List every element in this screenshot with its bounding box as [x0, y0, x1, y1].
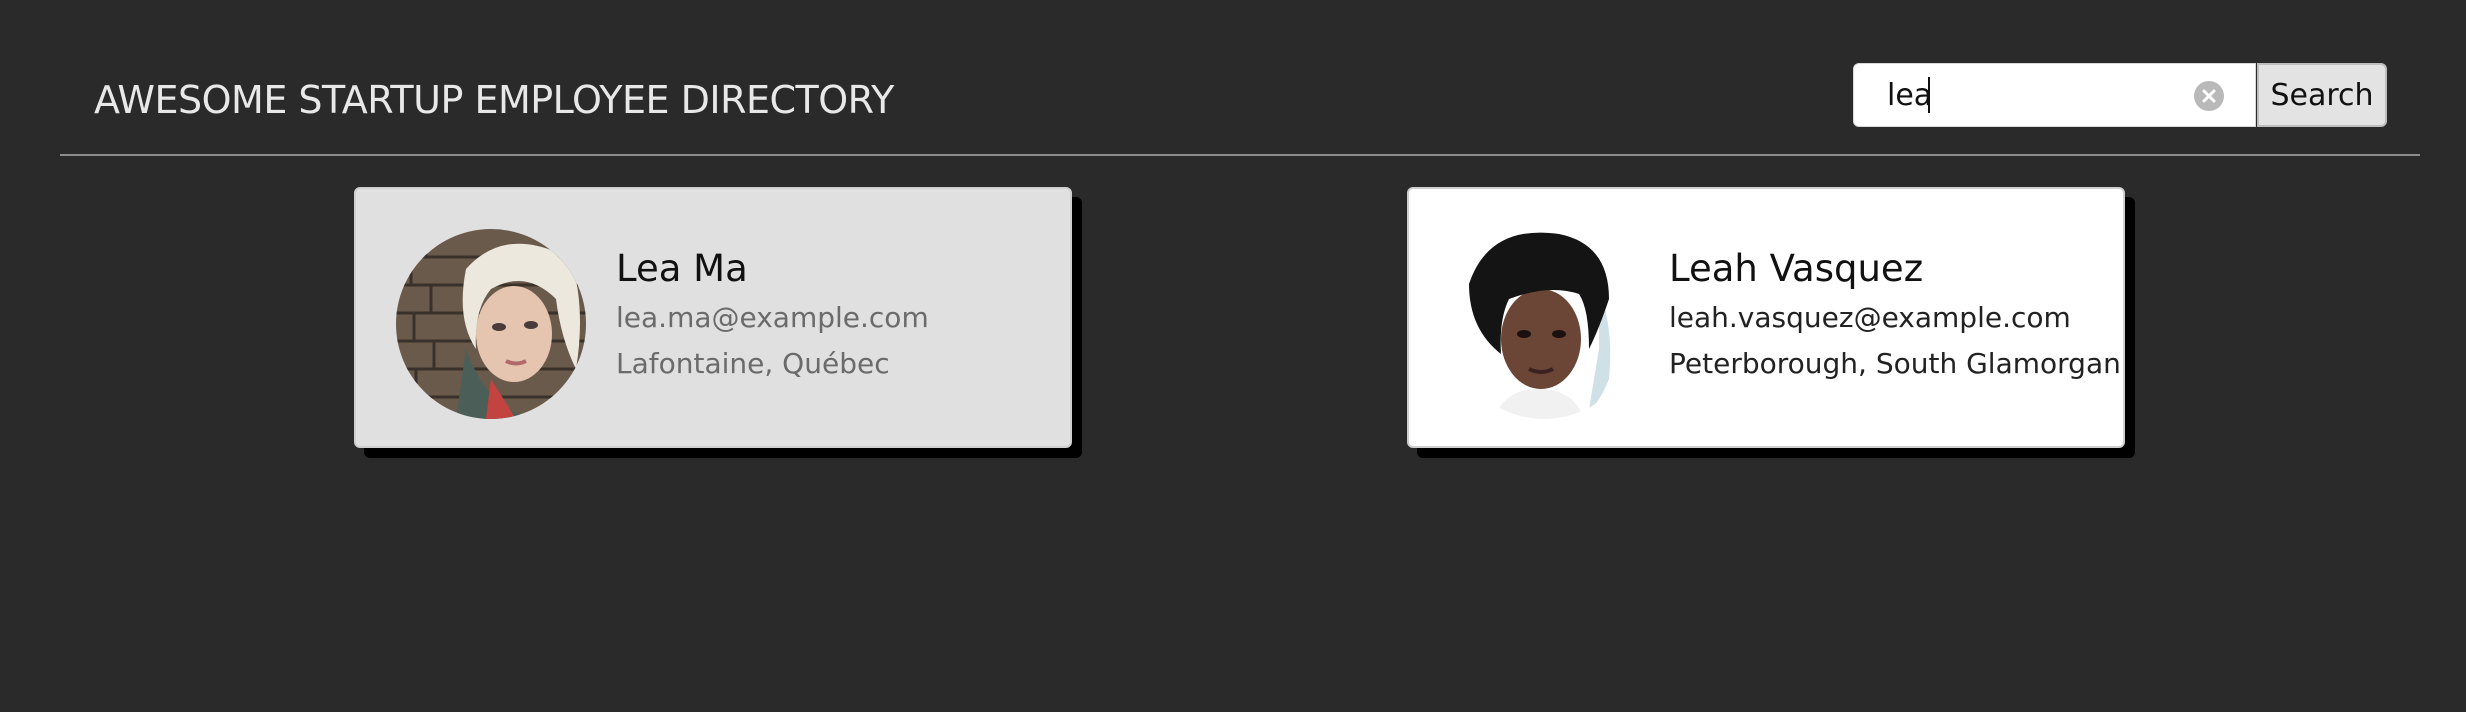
employee-card[interactable]: Leah Vasquez leah.vasquez@example.com Pe… — [1407, 187, 2125, 448]
clear-search-icon[interactable] — [2194, 81, 2224, 111]
avatar — [1449, 229, 1639, 419]
employee-name: Leah Vasquez — [1669, 247, 1924, 290]
employee-info: Lea Ma lea.ma@example.com Lafontaine, Qu… — [616, 243, 929, 387]
search-input[interactable] — [1854, 64, 2194, 126]
page-title: AWESOME STARTUP EMPLOYEE DIRECTORY — [94, 78, 894, 122]
employee-card[interactable]: Lea Ma lea.ma@example.com Lafontaine, Qu… — [354, 187, 1072, 448]
employee-email: lea.ma@example.com — [616, 301, 929, 334]
employee-location: Lafontaine, Québec — [616, 347, 890, 380]
search-form: Search — [1853, 63, 2387, 127]
header-divider — [60, 154, 2420, 156]
avatar — [396, 229, 586, 419]
employee-name: Lea Ma — [616, 247, 748, 290]
text-caret — [1928, 77, 1930, 113]
page: AWESOME STARTUP EMPLOYEE DIRECTORY Searc… — [0, 0, 2466, 712]
employee-info: Leah Vasquez leah.vasquez@example.com Pe… — [1669, 243, 2121, 387]
search-button[interactable]: Search — [2257, 63, 2387, 127]
employee-location: Peterborough, South Glamorgan — [1669, 347, 2121, 380]
search-box — [1853, 63, 2256, 127]
employee-email: leah.vasquez@example.com — [1669, 301, 2071, 334]
